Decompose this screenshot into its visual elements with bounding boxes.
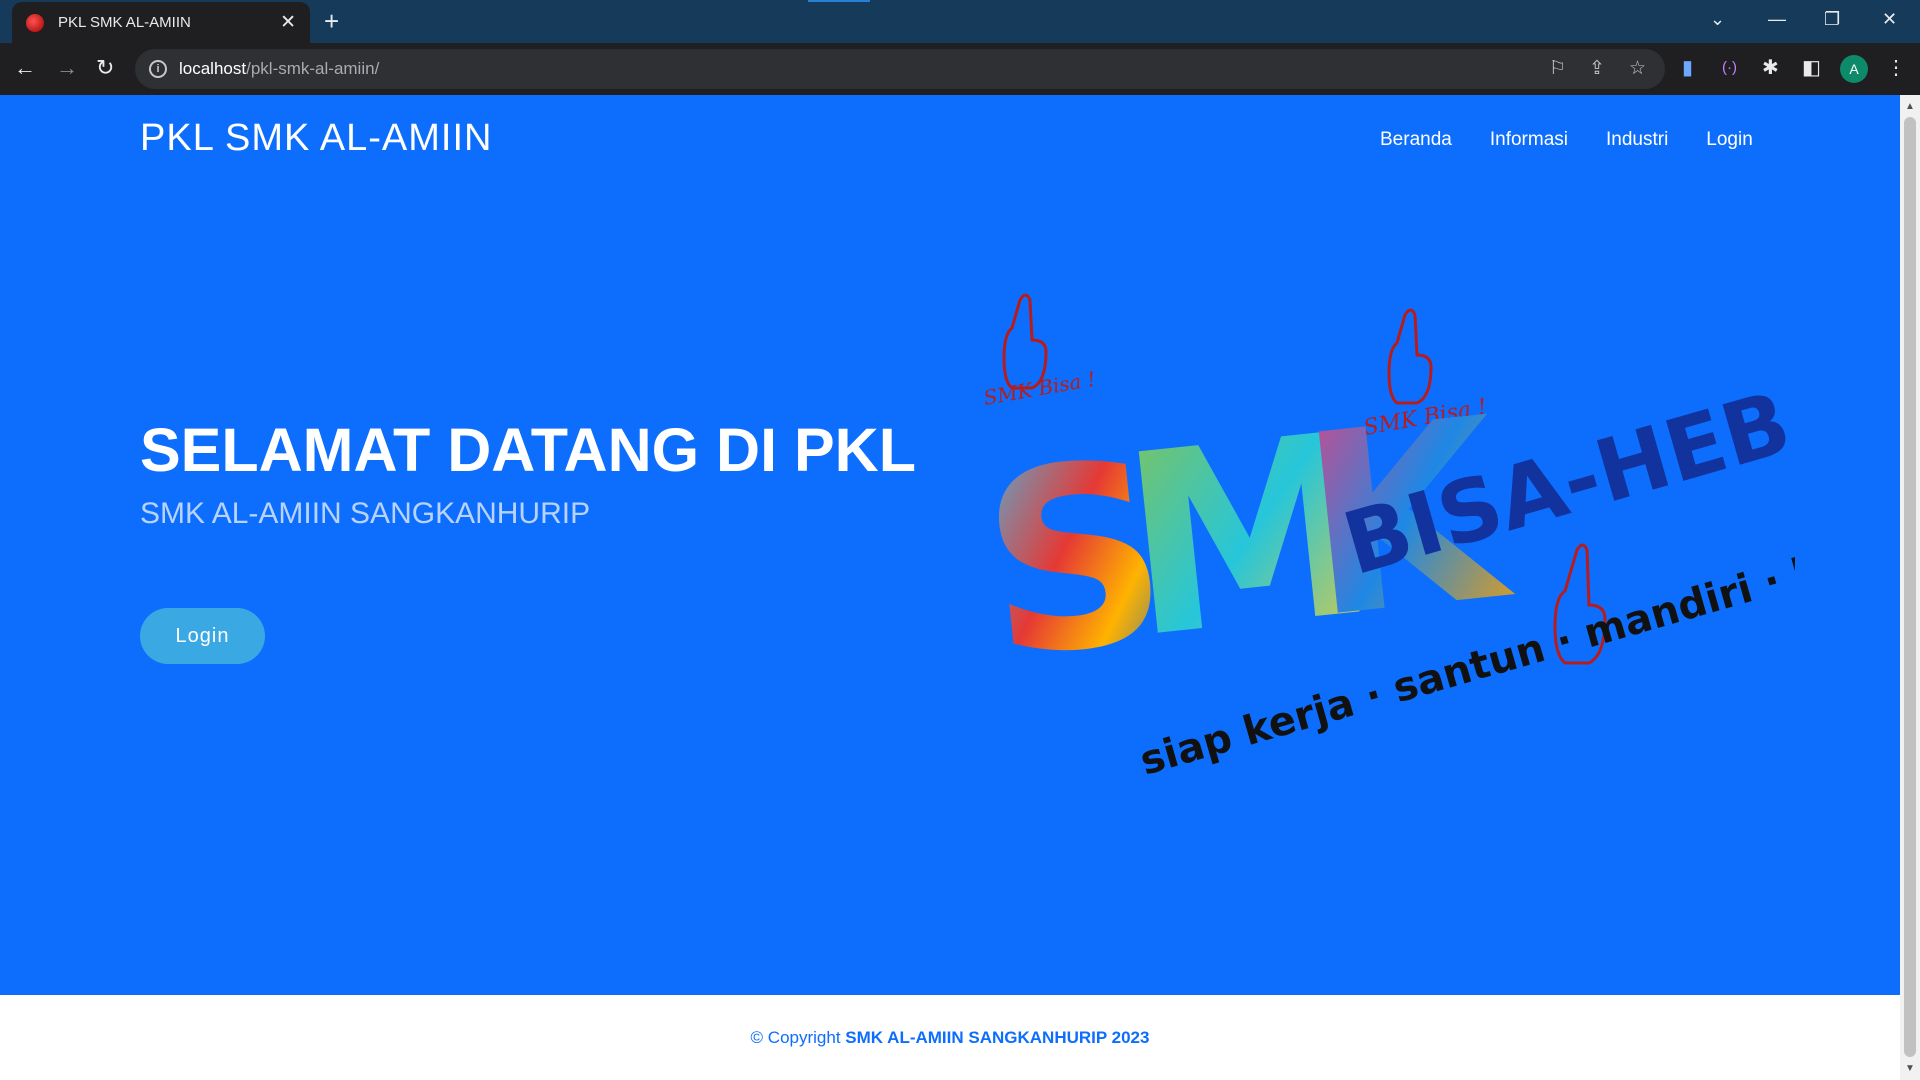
footer-school-name: SMK AL-AMIIN SANGKANHURIP 2023 — [845, 1027, 1150, 1047]
page-scrollbar[interactable]: ▲ ▼ — [1900, 95, 1920, 1080]
footer-copyright: © Copyright SMK AL-AMIIN SANGKANHURIP 20… — [751, 1028, 1150, 1048]
browser-toolbar: ← → ↻ i localhost /pkl-smk-al-amiin/ ⚐ ⇪… — [0, 43, 1920, 95]
nav-link-login[interactable]: Login — [1706, 129, 1753, 151]
footer-prefix: © Copyright — [750, 1027, 841, 1047]
tab-title: PKL SMK AL-AMIIN — [58, 14, 191, 31]
restore-icon[interactable]: ❐ — [1824, 8, 1840, 30]
hero-logo-image: SMK Bisa ! SMK Bisa ! S M K BISA-HEBAT s… — [955, 245, 1900, 805]
minimize-icon[interactable]: — — [1768, 8, 1786, 30]
thumb-up-left-icon — [1002, 293, 1048, 390]
nav-link-informasi[interactable]: Informasi — [1490, 129, 1568, 151]
close-tab-icon[interactable]: ✕ — [280, 13, 296, 32]
site-brand[interactable]: PKL SMK AL-AMIIN — [140, 117, 492, 160]
share-icon[interactable]: ⇪ — [1589, 58, 1605, 80]
side-panel-icon[interactable]: ◧ — [1802, 56, 1821, 80]
url-path: /pkl-smk-al-amiin/ — [246, 59, 380, 78]
extension-doc-icon[interactable]: ▮ — [1682, 56, 1693, 80]
hero-title: SELAMAT DATANG DI PKL — [140, 416, 916, 484]
nav-link-beranda[interactable]: Beranda — [1380, 129, 1452, 151]
extension-wave-icon[interactable]: (·) — [1722, 56, 1737, 80]
tab-strip-highlight — [808, 0, 870, 2]
browser-tab[interactable]: PKL SMK AL-AMIIN ✕ — [12, 2, 310, 43]
scroll-down-icon[interactable]: ▼ — [1905, 1063, 1915, 1074]
browser-tab-bar: PKL SMK AL-AMIIN ✕ + ⌄ — ❐ ✕ — [0, 0, 1920, 43]
logo-caption-left: SMK Bisa ! — [982, 367, 1098, 410]
favicon-icon — [26, 13, 44, 32]
forward-icon[interactable]: → — [56, 55, 78, 81]
new-tab-icon[interactable]: + — [324, 8, 339, 34]
close-window-icon[interactable]: ✕ — [1882, 8, 1897, 30]
hero-login-button[interactable]: Login — [140, 608, 265, 664]
page-viewport: PKL SMK AL-AMIIN Beranda Informasi Indus… — [0, 95, 1900, 1080]
hero-subtitle: SMK AL-AMIIN SANGKANHURIP — [140, 497, 591, 530]
bookmark-star-icon[interactable]: ☆ — [1629, 58, 1646, 80]
scrollbar-thumb[interactable] — [1904, 117, 1916, 1057]
nav-link-industri[interactable]: Industri — [1606, 129, 1668, 151]
back-icon[interactable]: ← — [14, 55, 36, 81]
translate-icon[interactable]: ⚐ — [1549, 58, 1566, 80]
menu-kebab-icon[interactable]: ⋮ — [1886, 56, 1906, 80]
address-bar[interactable]: i localhost /pkl-smk-al-amiin/ ⚐ ⇪ ☆ — [135, 49, 1665, 89]
reload-icon[interactable]: ↻ — [96, 55, 114, 81]
scroll-up-icon[interactable]: ▲ — [1905, 101, 1915, 112]
url-host: localhost — [179, 59, 247, 78]
main-nav: Beranda Informasi Industri Login — [1380, 129, 1753, 151]
page-footer: © Copyright SMK AL-AMIIN SANGKANHURIP 20… — [0, 995, 1900, 1080]
tab-search-icon[interactable]: ⌄ — [1710, 8, 1725, 30]
profile-avatar[interactable]: A — [1840, 55, 1868, 83]
site-info-icon[interactable]: i — [149, 60, 167, 78]
extensions-puzzle-icon[interactable]: ✱ — [1762, 56, 1779, 80]
